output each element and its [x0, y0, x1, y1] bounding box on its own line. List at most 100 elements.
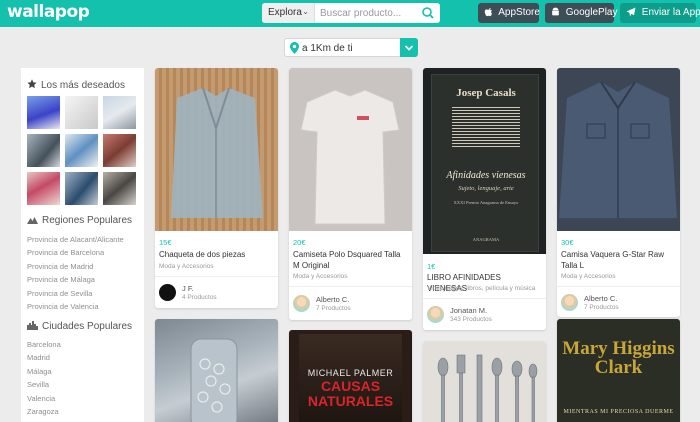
favorites-title: Los más deseados: [41, 80, 125, 91]
book-author: Josep Casals: [456, 87, 516, 99]
sidebar: Los más deseados Regiones Populares Prov…: [21, 68, 144, 422]
android-icon: [552, 7, 559, 16]
product-image[interactable]: [155, 68, 278, 231]
favorite-thumb[interactable]: [65, 96, 98, 129]
product-card[interactable]: MICHAEL PALMER CAUSAS NATURALES: [289, 330, 412, 422]
favorite-thumb[interactable]: [65, 172, 98, 205]
book-author: Mary Higgins Clark: [562, 338, 675, 378]
star-icon: [27, 79, 37, 89]
product-category: Videojuegos, libros, película y música: [427, 285, 536, 292]
book-publisher: ANAGRAMA: [472, 237, 500, 242]
cities-list: Barcelona Madrid Málaga Sevilla Valencia…: [27, 338, 61, 418]
search-bar: Explora ⌄: [262, 3, 440, 23]
seller-name[interactable]: Alberto C.: [316, 295, 349, 304]
card-divider: [289, 286, 412, 287]
favorite-thumb[interactable]: [103, 172, 136, 205]
product-image[interactable]: [289, 68, 412, 231]
city-link[interactable]: Málaga: [27, 365, 61, 378]
book-title: Afinidades vienesas: [446, 170, 526, 181]
cities-title: Ciudades Populares: [42, 321, 133, 332]
product-card[interactable]: 15€ Chaqueta de dos piezas Moda y Acceso…: [155, 68, 278, 308]
paper-plane-icon: [626, 7, 636, 17]
top-bar: wallapop Explora ⌄ AppStore GooglePlay E…: [0, 0, 700, 27]
product-image[interactable]: [155, 319, 278, 422]
seller-name[interactable]: J F.: [182, 284, 194, 293]
location-dropdown-button[interactable]: [400, 38, 418, 57]
seller-product-count: 7 Productos: [316, 305, 351, 312]
regions-heading: Regiones Populares: [27, 215, 132, 226]
location-label: a 1Km de ti: [302, 43, 353, 54]
region-link[interactable]: Provincia de Alacant/Alicante: [27, 233, 124, 246]
avatar[interactable]: [561, 294, 578, 311]
send-app-button[interactable]: Enviar la App: [620, 3, 700, 23]
product-image[interactable]: [423, 341, 546, 422]
region-link[interactable]: Provincia de Madrid: [27, 260, 124, 273]
city-link[interactable]: Barcelona: [27, 338, 61, 351]
product-image[interactable]: MICHAEL PALMER CAUSAS NATURALES: [289, 330, 412, 422]
googleplay-button[interactable]: GooglePlay: [545, 3, 617, 23]
book-title: MIENTRAS MI PRECIOSA DUERME: [563, 409, 674, 415]
location-selector[interactable]: a 1Km de ti: [284, 38, 418, 57]
avatar[interactable]: [159, 284, 176, 301]
product-category: Moda y Accesorios: [159, 263, 214, 270]
city-icon: [27, 321, 38, 330]
city-link[interactable]: Sevilla: [27, 378, 61, 391]
appstore-button[interactable]: AppStore: [478, 3, 540, 23]
book-cover: Josep Casals Afinidades vienesas Sujeto,…: [431, 74, 539, 252]
product-card[interactable]: 20€ Camiseta Polo Dsquared Talla M Origi…: [289, 68, 412, 320]
book-subtitle: Sujeto, lenguaje, arte: [458, 185, 514, 192]
product-card[interactable]: [423, 341, 546, 422]
chevron-down-icon: ⌄: [302, 7, 309, 16]
seller-name[interactable]: Jonatan M.: [450, 306, 487, 315]
city-link[interactable]: Madrid: [27, 351, 61, 364]
product-title[interactable]: Camiseta Polo Dsquared Talla M Original: [293, 249, 409, 271]
card-divider: [155, 276, 278, 277]
favorites-heading: Los más deseados: [27, 79, 125, 91]
wallapop-logo[interactable]: wallapop: [7, 2, 90, 22]
avatar[interactable]: [427, 306, 444, 323]
product-title[interactable]: Chaqueta de dos piezas: [159, 249, 275, 260]
regions-list: Provincia de Alacant/Alicante Provincia …: [27, 233, 124, 313]
product-image[interactable]: [557, 68, 680, 231]
seller-product-count: 343 Productos: [450, 316, 492, 323]
product-card[interactable]: [155, 319, 278, 422]
city-link[interactable]: Zaragoza: [27, 405, 61, 418]
product-category: Moda y Accesorios: [293, 273, 348, 280]
product-price: 15€: [159, 238, 172, 247]
favorite-thumb[interactable]: [27, 96, 60, 129]
product-card[interactable]: Mary Higgins Clark MIENTRAS MI PRECIOSA …: [557, 319, 680, 422]
product-price: 30€: [561, 238, 574, 247]
favorite-thumb[interactable]: [103, 134, 136, 167]
book-cover: MICHAEL PALMER CAUSAS NATURALES: [299, 334, 402, 422]
product-card[interactable]: 30€ Camisa Vaquera G-Star Raw Talla L Mo…: [557, 68, 680, 317]
apple-icon: [484, 8, 493, 17]
book-author: MICHAEL PALMER: [307, 368, 394, 378]
book-title: CAUSAS NATURALES: [307, 378, 394, 409]
send-app-label: Enviar la App: [641, 7, 700, 18]
regions-title: Regiones Populares: [42, 215, 133, 226]
region-link[interactable]: Provincia de Valencia: [27, 300, 124, 313]
book-prize: XXXI Premio Anagrama de Ensayo: [453, 200, 519, 205]
search-icon[interactable]: [420, 5, 436, 21]
cities-heading: Ciudades Populares: [27, 321, 132, 332]
region-link[interactable]: Provincia de Barcelona: [27, 246, 124, 259]
favorite-thumb[interactable]: [65, 134, 98, 167]
explore-dropdown[interactable]: Explora ⌄: [262, 3, 315, 23]
seller-name[interactable]: Alberto C.: [584, 294, 617, 303]
region-link[interactable]: Provincia de Sevilla: [27, 287, 124, 300]
city-link[interactable]: Valencia: [27, 392, 61, 405]
avatar[interactable]: [293, 295, 310, 312]
region-link[interactable]: Provincia de Málaga: [27, 273, 124, 286]
favorite-thumb[interactable]: [27, 134, 60, 167]
product-image[interactable]: Josep Casals Afinidades vienesas Sujeto,…: [423, 68, 546, 254]
favorite-thumb[interactable]: [27, 172, 60, 205]
product-image[interactable]: Mary Higgins Clark MIENTRAS MI PRECIOSA …: [557, 319, 680, 422]
search-input[interactable]: [320, 3, 420, 23]
mountain-icon: [27, 217, 38, 224]
appstore-label: AppStore: [498, 7, 540, 18]
product-card[interactable]: Josep Casals Afinidades vienesas Sujeto,…: [423, 68, 546, 330]
favorite-thumb[interactable]: [103, 96, 136, 129]
explore-label: Explora: [268, 7, 302, 18]
seller-product-count: 7 Productos: [584, 304, 619, 311]
product-title[interactable]: Camisa Vaquera G-Star Raw Talla L: [561, 249, 677, 271]
